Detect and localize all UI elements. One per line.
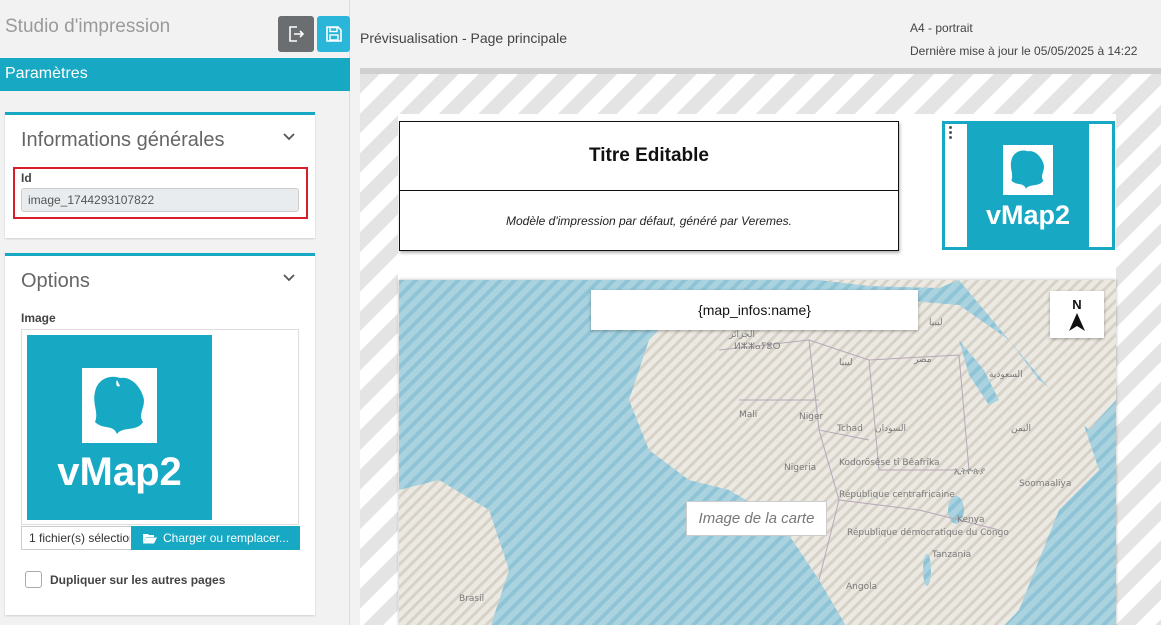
map-label-2: الجزائر	[729, 330, 755, 340]
last-update: Dernière mise à jour le 05/05/2025 à 14:…	[910, 44, 1138, 58]
map-label-21: Brasil	[459, 594, 485, 604]
more-vertical-icon[interactable]	[949, 126, 955, 139]
id-field[interactable]: image_1744293107822	[21, 188, 299, 212]
options-card: Options Image vMap2 1 fichier(s) sélecti…	[5, 253, 315, 615]
duplicate-label: Dupliquer sur les autres pages	[50, 572, 226, 587]
map-label-20: Angola	[846, 582, 878, 592]
file-name-text: 1 fichier(s) sélectionné(s)	[29, 531, 130, 545]
save-button[interactable]	[317, 16, 350, 52]
map-background	[399, 280, 1116, 625]
page-format: A4 - portrait	[910, 21, 973, 35]
map-label-1: ليبيا	[929, 318, 943, 328]
image-preview: vMap2	[21, 329, 299, 525]
map-label-15: ኢትዮጵያ	[954, 467, 986, 477]
general-info-title: Informations générales	[21, 129, 225, 151]
general-info-card: Informations générales Id image_17442931…	[5, 112, 315, 238]
map-label-11: اليمن	[1011, 424, 1032, 434]
exit-button[interactable]	[278, 16, 314, 52]
duplicate-option[interactable]: Dupliquer sur les autres pages	[25, 571, 225, 588]
map-label-4: Mali	[739, 410, 758, 420]
map-label-17: République démocratique du Congo	[847, 528, 1009, 538]
map-label-10: السودان	[875, 424, 907, 434]
north-arrow-block[interactable]: N	[1050, 291, 1104, 338]
north-label: N	[1072, 297, 1082, 312]
upload-button[interactable]: Charger ou remplacer...	[131, 526, 300, 550]
leaf-icon	[82, 368, 157, 443]
map-label-8: السعودية	[989, 370, 1023, 380]
vmap2-logo-preview: vMap2	[967, 124, 1089, 247]
map-label-7: مصر	[914, 355, 932, 365]
map-label-9: Tchad	[837, 424, 863, 434]
logo-block[interactable]: vMap2	[942, 121, 1115, 250]
map-image-placeholder: Image de la carte	[686, 501, 827, 536]
north-arrow-icon	[1069, 313, 1085, 331]
save-icon	[325, 26, 342, 42]
leaf-icon	[1003, 145, 1053, 195]
map-name: {map_infos:name}	[698, 302, 811, 318]
upload-label: Charger ou remplacer...	[163, 531, 290, 545]
parametres-header: Paramètres	[0, 58, 350, 91]
map-block[interactable]: ليبيا الجزائر ⵍⵣⵣⴰⵢⴻⵔ Mali Niger ليبيا م…	[399, 280, 1116, 625]
app-title: Studio d'impression	[5, 16, 171, 37]
logo-text: vMap2	[57, 450, 182, 494]
options-title: Options	[21, 270, 90, 292]
vmap2-logo: vMap2	[27, 335, 212, 520]
doc-title: Titre Editable	[588, 145, 709, 166]
chevron-down-icon[interactable]	[283, 274, 295, 282]
file-name: 1 fichier(s) sélectionné(s)	[26, 531, 130, 545]
map-label-19: Tanzania	[932, 550, 972, 560]
print-page: Titre Editable Modèle d'impression par d…	[360, 68, 1161, 625]
folder-open-icon	[143, 533, 157, 543]
preview-title: Prévisualisation - Page principale	[360, 30, 567, 46]
image-label: Image	[21, 311, 56, 325]
logo-text-preview: vMap2	[985, 200, 1071, 230]
doc-subtitle: Modèle d'impression par défaut, généré p…	[505, 213, 792, 228]
title-block[interactable]: Titre Editable	[399, 121, 899, 191]
map-label-13: Kodorösêse tî Bêafrîka	[839, 458, 940, 468]
map-label-18: Kenya	[957, 515, 985, 525]
map-label-12: Nigeria	[784, 463, 817, 473]
map-label-6: ليبيا	[839, 358, 853, 368]
exit-icon	[289, 26, 305, 42]
left-sidebar: Studio d'impression Paramètres Informati…	[0, 0, 350, 625]
map-label-16: Soomaaliya	[1019, 479, 1072, 489]
subtitle-block[interactable]: Modèle d'impression par défaut, généré p…	[399, 191, 899, 251]
map-name-block[interactable]: {map_infos:name}	[591, 290, 918, 330]
map-image-text: Image de la carte	[698, 510, 815, 527]
map-label-3: ⵍⵣⵣⴰⵢⴻⵔ	[734, 342, 781, 352]
chevron-down-icon[interactable]	[283, 133, 295, 141]
map-label-5: Niger	[799, 412, 824, 422]
duplicate-checkbox[interactable]	[25, 571, 42, 588]
file-input[interactable]: 1 fichier(s) sélectionné(s) Charger ou r…	[21, 526, 300, 550]
map-label-14: République centrafricaine	[839, 490, 955, 500]
id-label: Id	[21, 171, 32, 185]
